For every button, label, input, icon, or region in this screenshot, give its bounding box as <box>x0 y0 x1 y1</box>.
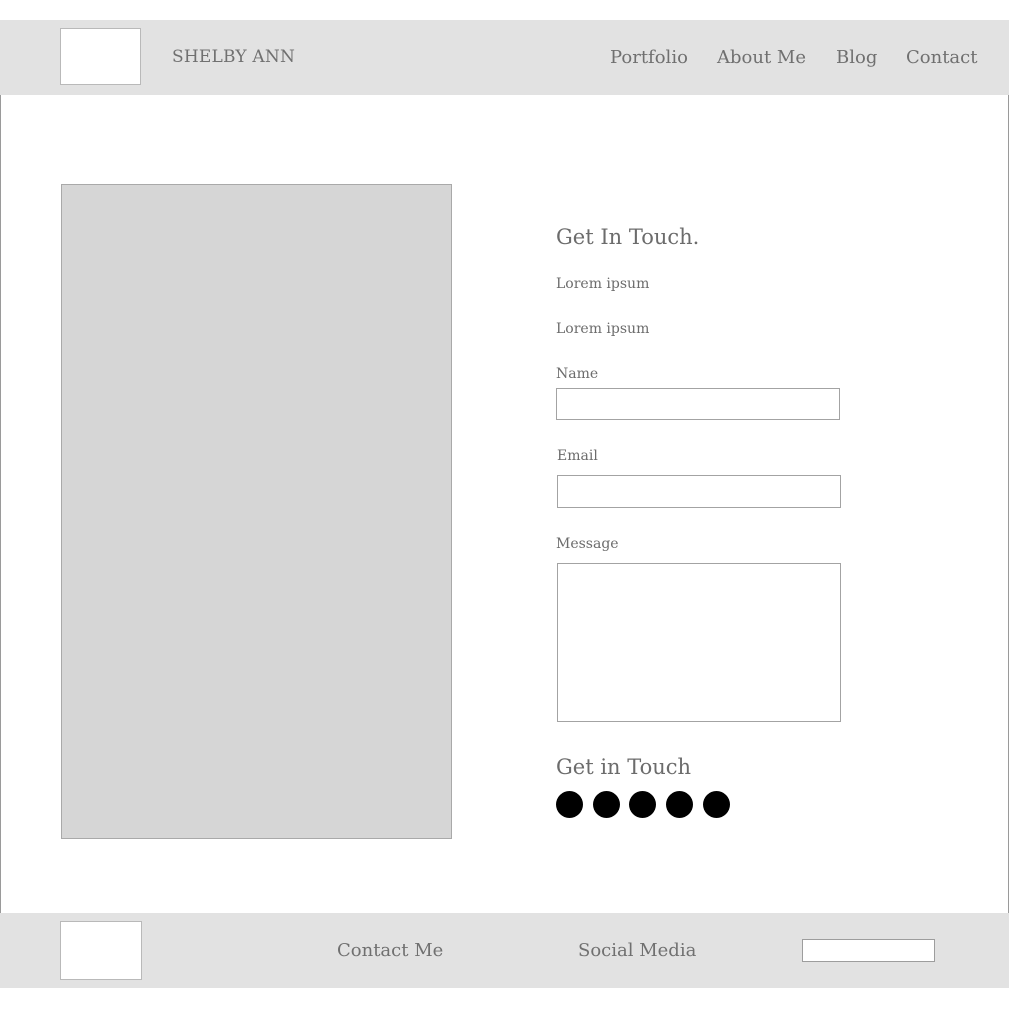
page-title: Get In Touch. <box>556 225 700 249</box>
nav-portfolio-link[interactable]: Portfolio <box>610 47 688 68</box>
logo-placeholder[interactable] <box>60 28 141 85</box>
email-field[interactable] <box>557 475 841 508</box>
social-icon[interactable] <box>666 791 693 818</box>
message-label: Message <box>556 536 619 552</box>
nav-blog-link[interactable]: Blog <box>836 47 877 68</box>
nav-about-link[interactable]: About Me <box>717 47 806 68</box>
social-icon[interactable] <box>593 791 620 818</box>
social-icon[interactable] <box>703 791 730 818</box>
name-label: Name <box>556 366 599 382</box>
site-name[interactable]: SHELBY ANN <box>172 47 295 67</box>
site-header: SHELBY ANN Portfolio About Me Blog Conta… <box>0 20 1009 95</box>
social-icon[interactable] <box>556 791 583 818</box>
social-icon[interactable] <box>629 791 656 818</box>
image-placeholder <box>61 184 452 839</box>
social-heading: Get in Touch <box>556 755 692 779</box>
name-field[interactable] <box>556 388 840 420</box>
footer-social-link[interactable]: Social Media <box>578 940 696 961</box>
intro-line-1: Lorem ipsum <box>556 276 650 292</box>
nav-contact-link[interactable]: Contact <box>906 47 977 68</box>
intro-line-2: Lorem ipsum <box>556 321 650 337</box>
footer-contact-link[interactable]: Contact Me <box>337 940 443 961</box>
footer-logo-placeholder[interactable] <box>60 921 142 980</box>
message-field[interactable] <box>557 563 841 722</box>
main-content: Get In Touch. Lorem ipsum Lorem ipsum Na… <box>0 95 1009 913</box>
email-label: Email <box>557 448 598 464</box>
footer-input-field[interactable] <box>802 939 935 962</box>
site-footer: Contact Me Social Media <box>0 913 1009 988</box>
